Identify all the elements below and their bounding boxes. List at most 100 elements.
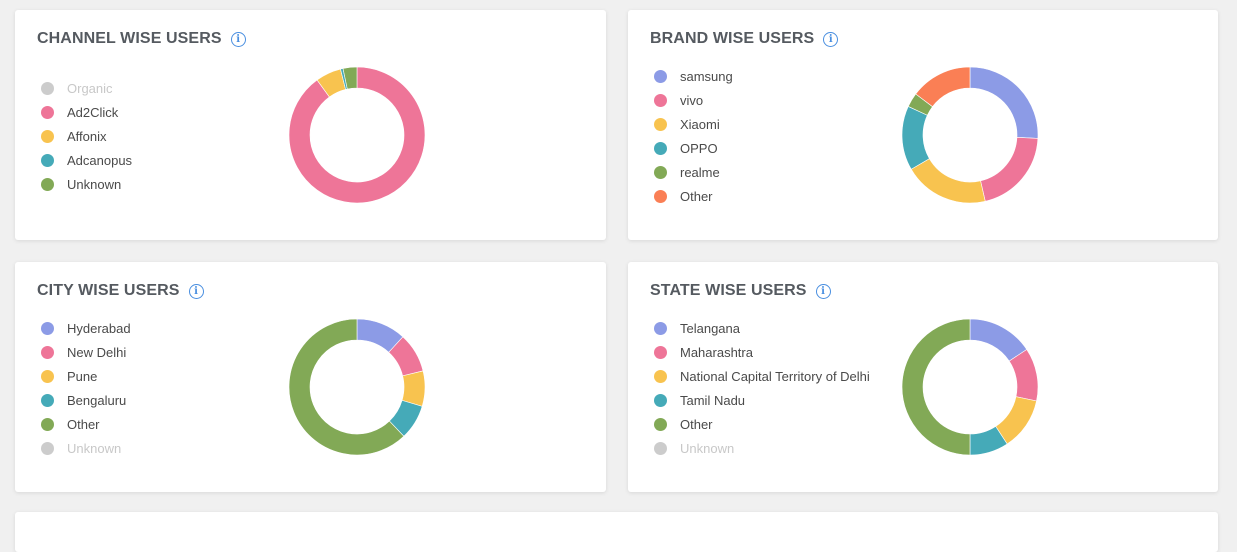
legend-label: Other: [67, 416, 100, 432]
legend-label: National Capital Territory of Delhi: [680, 368, 870, 384]
legend-dot-icon: [654, 165, 667, 179]
donut-slice-oppo[interactable]: [901, 106, 930, 170]
legend-label: vivo: [680, 92, 704, 108]
card-title-text: BRAND WISE USERS: [650, 30, 815, 47]
channel-wise-users-card: CHANNEL WISE USERS i Organic Ad2Click Affo…: [15, 10, 606, 240]
legend-label: Xiaomi: [680, 116, 720, 132]
legend-dot-icon: [654, 189, 667, 203]
card-title: CHANNEL WISE USERS i: [37, 30, 246, 48]
legend-label: Other: [680, 188, 713, 204]
legend-item-new-delhi[interactable]: New Delhi: [41, 340, 131, 364]
legend-label: Organic: [67, 80, 113, 96]
legend-dot-icon: [41, 417, 54, 431]
legend-item-adcanopus[interactable]: Adcanopus: [41, 148, 132, 172]
legend-item-other[interactable]: Other: [654, 412, 870, 436]
legend-item-xiaomi[interactable]: Xiaomi: [654, 112, 733, 136]
legend-item-bengaluru[interactable]: Bengaluru: [41, 388, 131, 412]
card-title-text: CHANNEL WISE USERS: [37, 30, 222, 47]
donut-slice-vivo[interactable]: [980, 137, 1039, 202]
legend-label: Unknown: [67, 176, 122, 192]
legend-label: Telangana: [680, 320, 740, 336]
legend-label: Bengaluru: [67, 392, 127, 408]
legend-item-other[interactable]: Other: [654, 184, 733, 208]
legend-label: Ad2Click: [67, 104, 119, 120]
legend-item-unknown[interactable]: Unknown: [654, 436, 870, 460]
legend-dot-icon: [41, 105, 54, 119]
legend-dot-icon: [41, 129, 54, 143]
legend-dot-icon: [41, 153, 54, 167]
card-title: CITY WISE USERS i: [37, 282, 204, 300]
legend-dot-icon: [654, 393, 667, 407]
legend-label: Hyderabad: [67, 320, 131, 336]
legend-label: OPPO: [680, 140, 718, 156]
legend-label: Other: [680, 416, 713, 432]
legend-dot-icon: [654, 93, 667, 107]
legend-item-maharashtra[interactable]: Maharashtra: [654, 340, 870, 364]
legend-dot-icon: [654, 417, 667, 431]
card-title: BRAND WISE USERS i: [650, 30, 839, 48]
legend-item-oppo[interactable]: OPPO: [654, 136, 733, 160]
legend-dot-icon: [654, 321, 667, 335]
brand-donut-chart: [901, 66, 1039, 204]
info-circle-icon[interactable]: i: [188, 283, 204, 299]
legend-label: New Delhi: [67, 344, 127, 360]
legend-item-unknown[interactable]: Unknown: [41, 172, 132, 196]
info-circle-icon[interactable]: i: [230, 31, 246, 47]
city-wise-users-card: CITY WISE USERS i Hyderabad New Delhi Pune…: [15, 262, 606, 492]
legend-item-pune[interactable]: Pune: [41, 364, 131, 388]
legend-dot-icon: [654, 369, 667, 383]
card-title-text: CITY WISE USERS: [37, 282, 180, 299]
legend-item-samsung[interactable]: samsung: [654, 64, 733, 88]
legend-label: realme: [680, 164, 720, 180]
chart-legend: Telangana Maharashtra National Capital Ter…: [654, 316, 870, 460]
legend-dot-icon: [41, 369, 54, 383]
legend-label: samsung: [680, 68, 733, 84]
legend-item-ad2click[interactable]: Ad2Click: [41, 100, 132, 124]
legend-label: Unknown: [67, 440, 122, 456]
chart-legend: samsung vivo Xiaomi OPPO realme Other: [654, 64, 733, 208]
info-circle-icon[interactable]: i: [823, 31, 839, 47]
legend-item-other[interactable]: Other: [41, 412, 131, 436]
legend-dot-icon: [654, 141, 667, 155]
card-title: STATE WISE USERS i: [650, 282, 831, 300]
legend-label: Affonix: [67, 128, 107, 144]
legend-item-realme[interactable]: realme: [654, 160, 733, 184]
legend-label: Maharashtra: [680, 344, 753, 360]
brand-wise-users-card: BRAND WISE USERS i samsung vivo Xiaomi OPPO…: [628, 10, 1218, 240]
legend-dot-icon: [654, 69, 667, 83]
legend-item-vivo[interactable]: vivo: [654, 88, 733, 112]
legend-label: Tamil Nadu: [680, 392, 746, 408]
next-card: [15, 512, 1218, 552]
legend-dot-icon: [41, 81, 54, 95]
legend-label: Pune: [67, 368, 98, 384]
legend-dot-icon: [41, 345, 54, 359]
legend-dot-icon: [654, 441, 667, 455]
card-title-text: STATE WISE USERS: [650, 282, 807, 299]
legend-dot-icon: [41, 441, 54, 455]
legend-item-organic[interactable]: Organic: [41, 76, 132, 100]
donut-slice-pune[interactable]: [401, 370, 426, 407]
legend-dot-icon: [41, 321, 54, 335]
donut-slice-samsung[interactable]: [969, 66, 1039, 139]
chart-legend: Hyderabad New Delhi Pune Bengaluru Other Unkn…: [41, 316, 131, 460]
legend-dot-icon: [41, 177, 54, 191]
info-circle-icon[interactable]: i: [815, 283, 831, 299]
channel-donut-chart: [288, 66, 426, 204]
legend-item-unknown[interactable]: Unknown: [41, 436, 131, 460]
city-donut-chart: [288, 318, 426, 456]
donut-slice-xiaomi[interactable]: [910, 158, 986, 204]
legend-label: Adcanopus: [67, 152, 133, 168]
legend-label: Unknown: [680, 440, 735, 456]
legend-item-national-capital-territory-of-delhi[interactable]: National Capital Territory of Delhi: [654, 364, 870, 388]
legend-item-hyderabad[interactable]: Hyderabad: [41, 316, 131, 340]
donut-slice-other[interactable]: [901, 318, 971, 456]
chart-legend: Organic Ad2Click Affonix Adcanopus Unknown: [41, 76, 132, 196]
legend-dot-icon: [654, 345, 667, 359]
legend-item-affonix[interactable]: Affonix: [41, 124, 132, 148]
legend-dot-icon: [41, 393, 54, 407]
state-wise-users-card: STATE WISE USERS i Telangana Maharashtra N…: [628, 262, 1218, 492]
legend-item-tamil-nadu[interactable]: Tamil Nadu: [654, 388, 870, 412]
state-donut-chart: [901, 318, 1039, 456]
legend-dot-icon: [654, 117, 667, 131]
legend-item-telangana[interactable]: Telangana: [654, 316, 870, 340]
